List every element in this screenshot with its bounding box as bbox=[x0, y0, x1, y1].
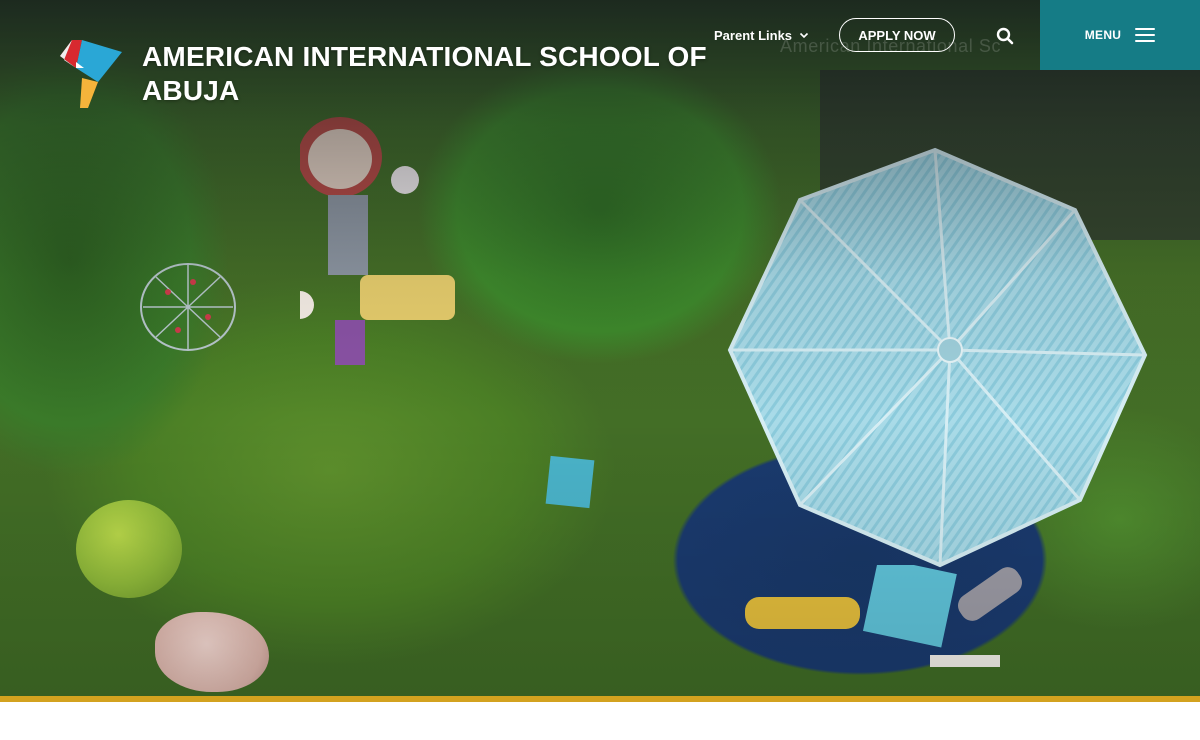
search-icon[interactable] bbox=[996, 27, 1014, 45]
site-brand[interactable]: AMERICAN INTERNATIONAL SCHOOL OF ABUJA bbox=[58, 38, 712, 110]
school-name: AMERICAN INTERNATIONAL SCHOOL OF ABUJA bbox=[142, 41, 707, 106]
menu-button[interactable]: MENU bbox=[1040, 0, 1200, 70]
parent-links-label: Parent Links bbox=[714, 27, 793, 43]
kite-logo-icon[interactable] bbox=[58, 38, 124, 110]
menu-label: MENU bbox=[1084, 28, 1122, 42]
parent-links-dropdown[interactable]: Parent Links bbox=[714, 26, 809, 44]
accent-bar bbox=[0, 696, 1200, 702]
apply-now-label: APPLY NOW bbox=[858, 27, 936, 43]
apply-now-button[interactable]: APPLY NOW bbox=[839, 18, 955, 52]
chevron-down-icon bbox=[799, 32, 809, 39]
hamburger-icon bbox=[1135, 28, 1156, 42]
